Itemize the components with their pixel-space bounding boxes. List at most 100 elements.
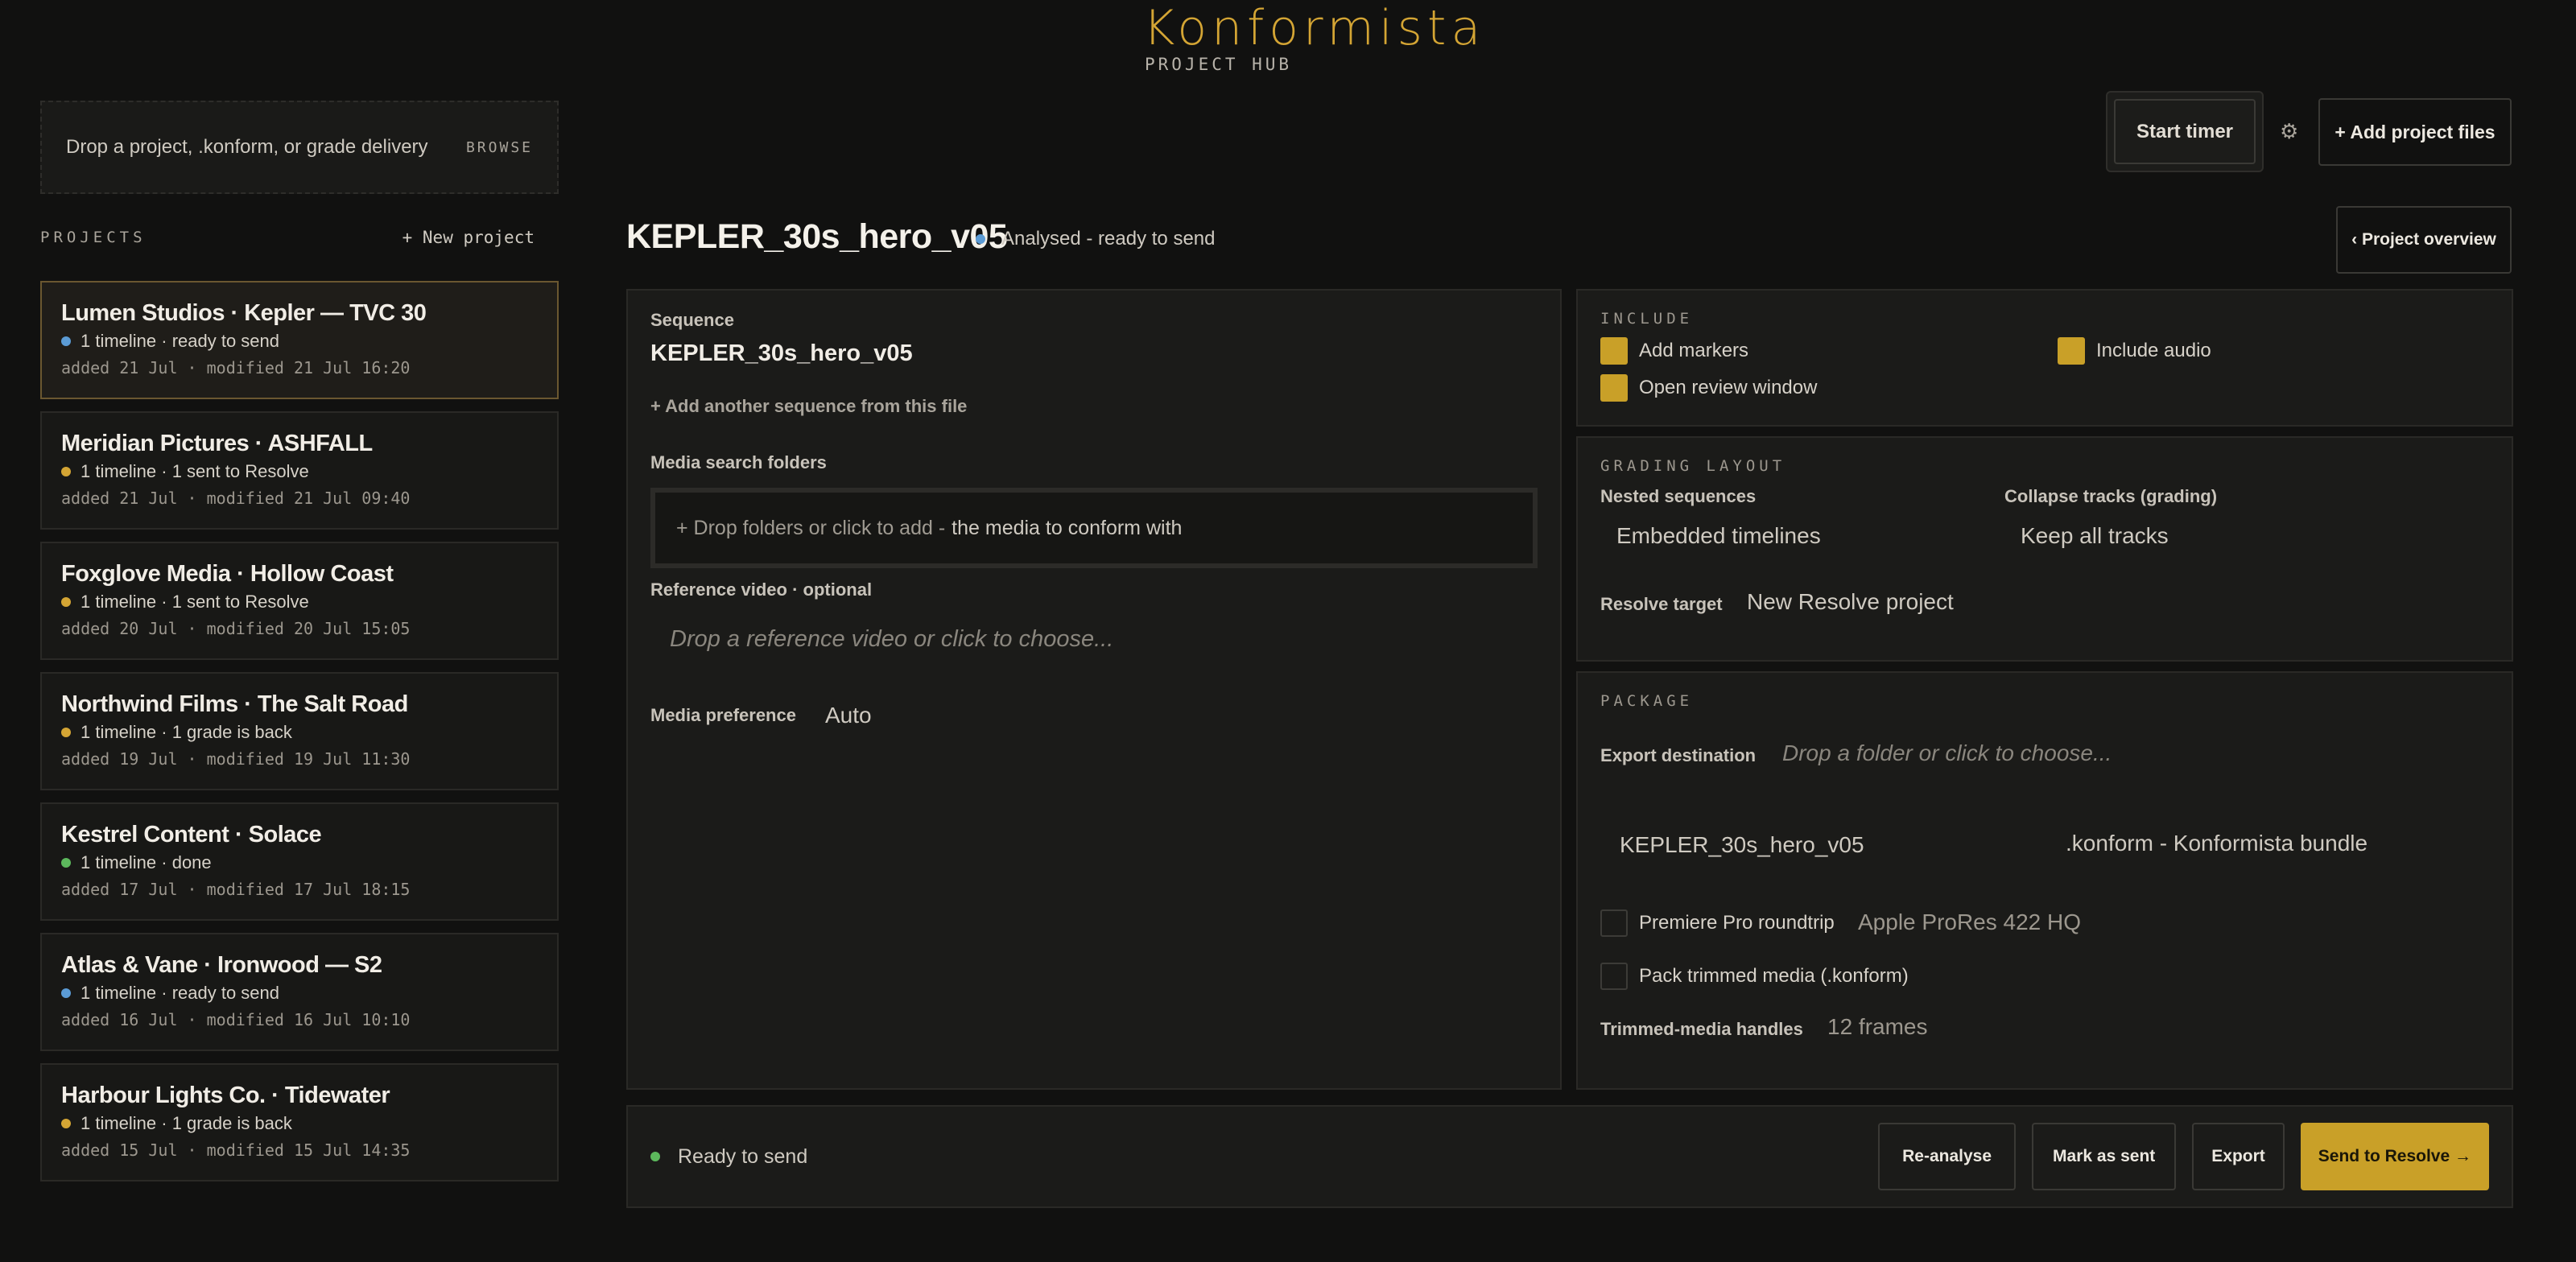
- project-item[interactable]: Foxglove Media · Hollow Coast 1 timeline…: [40, 542, 559, 660]
- premiere-roundtrip-checkbox[interactable]: Premiere Pro roundtrip: [1600, 909, 1835, 937]
- checkbox-checked[interactable]: [1600, 374, 1628, 402]
- app-brand: Konformista PROJECT HUB: [1143, 0, 1486, 74]
- handles-input[interactable]: 12 frames: [1827, 1014, 1928, 1040]
- media-preference-label: Media preference: [650, 705, 796, 725]
- new-project-button[interactable]: + New project: [402, 228, 559, 247]
- project-item[interactable]: Atlas & Vane · Ironwood — S2 1 timeline …: [40, 933, 559, 1051]
- package-format-select[interactable]: .konform - Konformista bundle: [2066, 831, 2368, 856]
- status-dot: [61, 597, 71, 607]
- media-preference-select[interactable]: Auto: [825, 703, 872, 728]
- project-item[interactable]: Kestrel Content · Solace 1 timeline · do…: [40, 802, 559, 921]
- resolve-target-label: Resolve target: [1600, 594, 1723, 614]
- collapse-tracks-label: Collapse tracks (grading): [2004, 486, 2218, 506]
- project-meta: added 16 Jul · modified 16 Jul 10:10: [61, 1010, 411, 1029]
- project-item[interactable]: Lumen Studios · Kepler — TVC 30 1 timeli…: [40, 281, 559, 399]
- projects-label: PROJECTS: [40, 229, 147, 246]
- project-name: Atlas & Vane · Ironwood — S2: [61, 952, 382, 978]
- add-markers-checkbox[interactable]: Add markers: [1600, 337, 1748, 365]
- project-meta: added 21 Jul · modified 21 Jul 09:40: [61, 489, 411, 508]
- include-audio-label: Include audio: [2096, 340, 2211, 361]
- project-meta: added 21 Jul · modified 21 Jul 16:20: [61, 358, 411, 377]
- ready-status: Ready to send: [650, 1145, 807, 1169]
- project-status: 1 timeline · 1 sent to Resolve: [61, 461, 538, 482]
- project-meta: added 19 Jul · modified 19 Jul 11:30: [61, 749, 411, 769]
- export-button[interactable]: Export: [2192, 1123, 2285, 1190]
- pack-trimmed-label: Pack trimmed media (.konform): [1639, 965, 1909, 987]
- add-project-files-button[interactable]: + Add project files: [2318, 98, 2512, 166]
- checkbox-unchecked[interactable]: [1600, 909, 1628, 937]
- project-name: Lumen Studios · Kepler — TVC 30: [61, 300, 427, 326]
- checkbox-checked[interactable]: [1600, 337, 1628, 365]
- include-panel: INCLUDE Add markers Include audio Open r…: [1576, 289, 2513, 427]
- reference-video-dropzone[interactable]: Drop a reference video or click to choos…: [650, 626, 1538, 653]
- status-dot: [61, 988, 71, 998]
- project-item[interactable]: Meridian Pictures · ASHFALL 1 timeline ·…: [40, 411, 559, 530]
- codec-select[interactable]: Apple ProRes 422 HQ: [1858, 909, 2081, 935]
- project-meta: added 20 Jul · modified 20 Jul 15:05: [61, 619, 411, 638]
- checkbox-checked[interactable]: [2058, 337, 2085, 365]
- mark-sent-button[interactable]: Mark as sent: [2032, 1123, 2177, 1190]
- nested-sequences-label: Nested sequences: [1600, 486, 1757, 506]
- project-name: Harbour Lights Co. · Tidewater: [61, 1083, 390, 1108]
- project-dropzone[interactable]: Drop a project, .konform, or grade deliv…: [40, 101, 559, 194]
- dropzone-text: Drop a project, .konform, or grade deliv…: [66, 136, 428, 158]
- media-drop-hint: + Drop folders or click to add -: [676, 516, 946, 539]
- reanalyse-button[interactable]: Re-analyse: [1878, 1123, 2017, 1190]
- timer-container: Start timer: [2106, 91, 2264, 172]
- projects-header: PROJECTS + New project: [40, 228, 559, 247]
- project-item[interactable]: Northwind Films · The Salt Road 1 timeli…: [40, 672, 559, 790]
- project-status-text: 1 timeline · done: [80, 852, 212, 872]
- project-name: Meridian Pictures · ASHFALL: [61, 431, 373, 456]
- package-label: PACKAGE: [1600, 692, 1694, 710]
- grading-layout-panel: GRADING LAYOUT Nested sequences Embedded…: [1576, 436, 2513, 662]
- include-label: INCLUDE: [1600, 310, 1694, 328]
- send-to-resolve-button[interactable]: Send to Resolve →: [2300, 1123, 2489, 1190]
- gear-icon[interactable]: ⚙: [2280, 119, 2298, 144]
- package-panel: PACKAGE Export destination Drop a folder…: [1576, 671, 2513, 1090]
- project-status: 1 timeline · done: [61, 852, 538, 873]
- status-dot: [61, 728, 71, 737]
- project-overview-button[interactable]: ‹ Project overview: [2336, 206, 2512, 274]
- sequence-label: Sequence: [650, 310, 734, 330]
- status-dot: [61, 1119, 71, 1128]
- action-buttons: Re-analyse Mark as sent Export Send to R…: [1878, 1123, 2489, 1190]
- open-review-label: Open review window: [1639, 377, 1818, 398]
- pack-trimmed-checkbox[interactable]: Pack trimmed media (.konform): [1600, 963, 1909, 990]
- sequence-name: KEPLER_30s_hero_v05: [650, 340, 913, 366]
- export-destination-label: Export destination: [1600, 745, 1757, 765]
- status-dot: [61, 467, 71, 476]
- status-dot: [650, 1152, 660, 1161]
- include-audio-checkbox[interactable]: Include audio: [2058, 337, 2211, 365]
- status-dot: [61, 336, 71, 346]
- project-meta: added 17 Jul · modified 17 Jul 18:15: [61, 880, 411, 899]
- start-timer-button[interactable]: Start timer: [2114, 99, 2256, 164]
- browse-button[interactable]: BROWSE: [466, 139, 533, 156]
- app-subtitle: PROJECT HUB: [1145, 55, 1293, 74]
- app-title: Konformista: [1143, 0, 1486, 56]
- add-sequence-button[interactable]: + Add another sequence from this file: [650, 396, 1538, 417]
- grading-label: GRADING LAYOUT: [1600, 457, 1786, 475]
- export-destination-picker[interactable]: Drop a folder or click to choose...: [1782, 740, 2112, 766]
- project-status: 1 timeline · 1 grade is back: [61, 722, 538, 743]
- project-status: 1 timeline · 1 sent to Resolve: [61, 592, 538, 612]
- project-item[interactable]: Harbour Lights Co. · Tidewater 1 timelin…: [40, 1063, 559, 1182]
- checkbox-unchecked[interactable]: [1600, 963, 1628, 990]
- resolve-target-select[interactable]: New Resolve project: [1747, 589, 1954, 615]
- premiere-roundtrip-label: Premiere Pro roundtrip: [1639, 912, 1835, 934]
- media-drop-purpose: the media to conform with: [952, 516, 1183, 539]
- project-name: Kestrel Content · Solace: [61, 822, 322, 848]
- project-status-text: 1 timeline · 1 sent to Resolve: [80, 592, 309, 612]
- collapse-tracks-select[interactable]: Keep all tracks: [2021, 523, 2169, 549]
- nested-sequences-select[interactable]: Embedded timelines: [1616, 523, 1821, 549]
- status-dot: [61, 858, 71, 868]
- open-review-checkbox[interactable]: Open review window: [1600, 374, 1817, 402]
- project-status: 1 timeline · 1 grade is back: [61, 1113, 538, 1134]
- media-folders-dropzone[interactable]: + Drop folders or click to add - the med…: [650, 488, 1538, 568]
- reference-video-label: Reference video · optional: [650, 579, 873, 600]
- add-markers-label: Add markers: [1639, 340, 1749, 361]
- project-status-text: 1 timeline · 1 sent to Resolve: [80, 461, 309, 481]
- action-bar: Ready to send Re-analyse Mark as sent Ex…: [626, 1105, 2513, 1208]
- project-status: 1 timeline · ready to send: [61, 983, 538, 1004]
- package-name-field[interactable]: KEPLER_30s_hero_v05: [1620, 832, 1864, 858]
- project-meta: added 15 Jul · modified 15 Jul 14:35: [61, 1140, 411, 1160]
